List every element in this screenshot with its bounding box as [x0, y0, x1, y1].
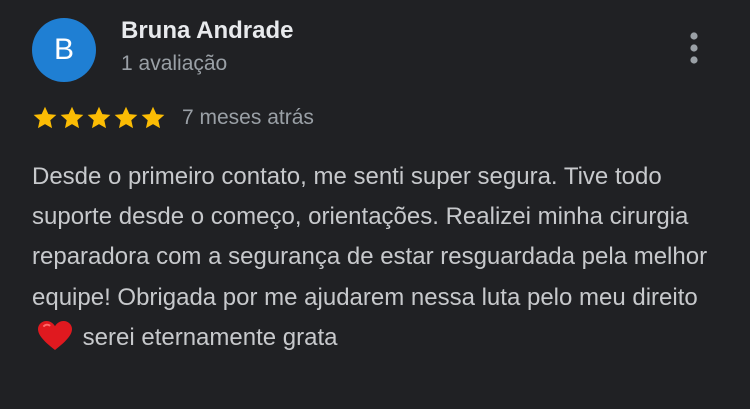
rating-row: 7 meses atrás	[32, 104, 314, 132]
reviewer-name[interactable]: Bruna Andrade	[121, 17, 293, 45]
star-icon	[87, 106, 111, 129]
avatar[interactable]: B	[32, 18, 96, 82]
reviewer-review-count: 1 avaliação	[121, 52, 228, 75]
more-options-button[interactable]	[676, 28, 712, 68]
star-icon	[60, 106, 84, 129]
review-card: B Bruna Andrade 1 avaliação 7 meses atrá…	[0, 0, 750, 409]
more-vertical-icon	[690, 32, 698, 64]
review-text-ending: serei eternamente grata	[76, 323, 338, 351]
review-text: Desde o primeiro contato, me senti super…	[32, 157, 732, 364]
star-icon	[141, 106, 165, 129]
review-timestamp: 7 meses atrás	[182, 106, 314, 129]
star-icon	[114, 106, 138, 129]
heart-icon	[38, 320, 72, 364]
avatar-initial: B	[53, 33, 74, 66]
star-rating	[32, 105, 166, 131]
star-icon	[33, 106, 57, 129]
review-text-body: Desde o primeiro contato, me senti super…	[32, 163, 708, 311]
